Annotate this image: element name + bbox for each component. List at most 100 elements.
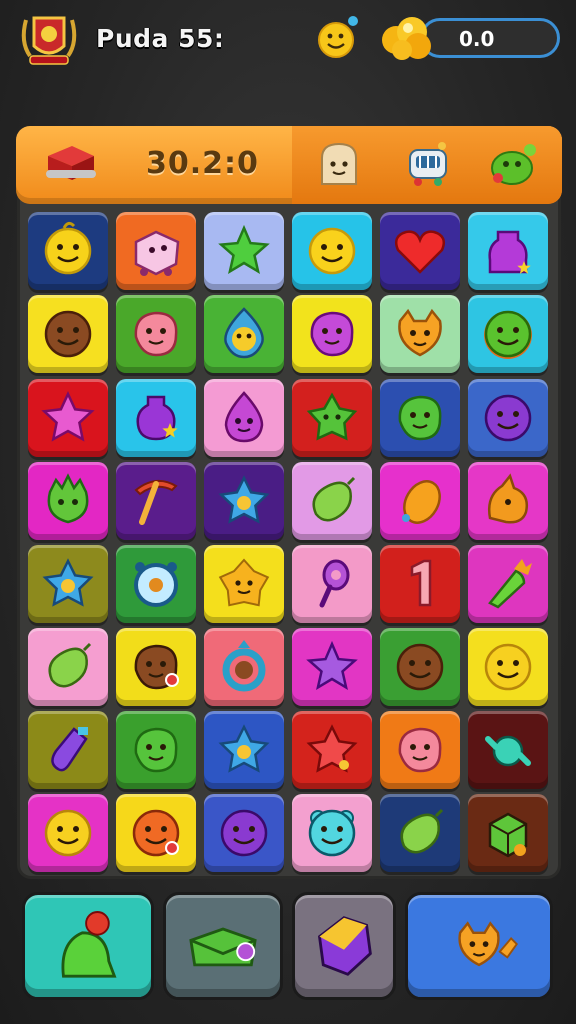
tile[interactable]	[380, 545, 460, 623]
power-up-gem-button[interactable]	[292, 892, 396, 1000]
tile[interactable]	[292, 212, 372, 290]
green-envelope-icon	[189, 927, 257, 967]
purple-star-icon	[306, 640, 358, 690]
smiley-icon	[308, 227, 356, 275]
tile[interactable]	[468, 628, 548, 706]
cube-critter-icon	[134, 230, 180, 276]
orange-lemon-icon	[402, 480, 441, 524]
tile[interactable]	[28, 379, 108, 457]
green-flower-icon	[484, 310, 532, 359]
tile[interactable]	[380, 794, 460, 872]
tile-grid	[28, 212, 552, 872]
sun-icon	[218, 558, 270, 607]
tile[interactable]	[292, 711, 372, 789]
tile[interactable]	[28, 462, 108, 540]
star-icon	[218, 224, 270, 274]
coin-pile-icon	[382, 17, 431, 60]
tile[interactable]	[468, 379, 548, 457]
green-pear-icon	[48, 642, 92, 688]
currency-value: 0.0	[459, 27, 495, 51]
green-cube-icon	[488, 812, 528, 858]
purple-blob-icon	[310, 311, 354, 357]
green-blob-icon	[398, 395, 442, 441]
tile[interactable]	[380, 462, 460, 540]
pickaxe-icon	[134, 479, 178, 525]
teal-candy-icon	[485, 735, 531, 767]
tile[interactable]	[468, 711, 548, 789]
tile[interactable]	[116, 212, 196, 290]
power-up-envelope-button[interactable]	[163, 892, 283, 1000]
currency-bar: 0.0	[420, 18, 560, 58]
tile[interactable]	[204, 545, 284, 623]
tile[interactable]	[380, 628, 460, 706]
tile[interactable]	[28, 212, 108, 290]
tile[interactable]	[204, 711, 284, 789]
tile[interactable]	[116, 794, 196, 872]
yellow-face-icon	[484, 643, 532, 691]
power-up-bell-button[interactable]	[22, 892, 154, 1000]
tile[interactable]	[116, 711, 196, 789]
orange-cat-icon	[458, 921, 519, 967]
heart-icon	[395, 230, 445, 274]
tile[interactable]	[292, 545, 372, 623]
power-up-cat-button[interactable]	[405, 892, 553, 1000]
tile[interactable]	[380, 379, 460, 457]
purple-ball-icon	[484, 394, 532, 442]
pink-star-icon	[41, 391, 95, 442]
tile[interactable]	[292, 379, 372, 457]
tile[interactable]	[468, 794, 548, 872]
green-pear-icon	[400, 808, 444, 854]
tile[interactable]	[116, 295, 196, 373]
tile[interactable]	[116, 462, 196, 540]
smiley-button[interactable]	[314, 14, 362, 62]
tile[interactable]	[204, 794, 284, 872]
tile[interactable]	[292, 794, 372, 872]
smiley-icon	[318, 16, 358, 58]
tile[interactable]	[204, 295, 284, 373]
green-spiky-icon	[47, 473, 89, 524]
orange-cat-icon	[398, 308, 442, 357]
purple-bottle-icon	[51, 727, 88, 772]
tile[interactable]	[204, 212, 284, 290]
brown-blob-icon	[134, 644, 179, 690]
green-blob-icon	[134, 727, 178, 773]
green-pear-icon	[312, 476, 356, 522]
orange-fox-icon	[488, 473, 528, 524]
blue-star-icon	[218, 475, 270, 524]
box-icon	[46, 146, 96, 180]
tile[interactable]	[380, 212, 460, 290]
tile[interactable]	[468, 295, 548, 373]
pink-blob-icon	[398, 727, 442, 773]
green-star-icon	[306, 392, 358, 441]
tile[interactable]	[380, 711, 460, 789]
purple-potion-icon	[136, 395, 178, 441]
tile[interactable]	[28, 628, 108, 706]
green-critter-icon[interactable]	[486, 138, 540, 190]
tile[interactable]	[28, 794, 108, 872]
robot-icon[interactable]	[402, 138, 454, 190]
tile[interactable]	[204, 462, 284, 540]
tile[interactable]	[468, 212, 548, 290]
tile[interactable]	[116, 545, 196, 623]
tile[interactable]	[468, 462, 548, 540]
tile[interactable]	[468, 545, 548, 623]
tile[interactable]	[116, 628, 196, 706]
clock-icon	[134, 562, 178, 607]
tile[interactable]	[204, 628, 284, 706]
tile[interactable]	[292, 628, 372, 706]
tile[interactable]	[292, 295, 372, 373]
tile[interactable]	[28, 711, 108, 789]
number-one-icon	[410, 559, 432, 607]
toast-icon[interactable]	[314, 138, 364, 190]
crest-icon	[21, 16, 77, 65]
tile[interactable]	[28, 295, 108, 373]
tile[interactable]	[116, 379, 196, 457]
tile[interactable]	[204, 379, 284, 457]
tile[interactable]	[380, 295, 460, 373]
pink-blob-icon	[134, 311, 178, 357]
tile[interactable]	[28, 545, 108, 623]
timer-display: 30.2:0	[146, 146, 259, 181]
tile[interactable]	[292, 462, 372, 540]
red-star-icon	[306, 724, 358, 773]
orange-ball-icon	[132, 809, 180, 857]
